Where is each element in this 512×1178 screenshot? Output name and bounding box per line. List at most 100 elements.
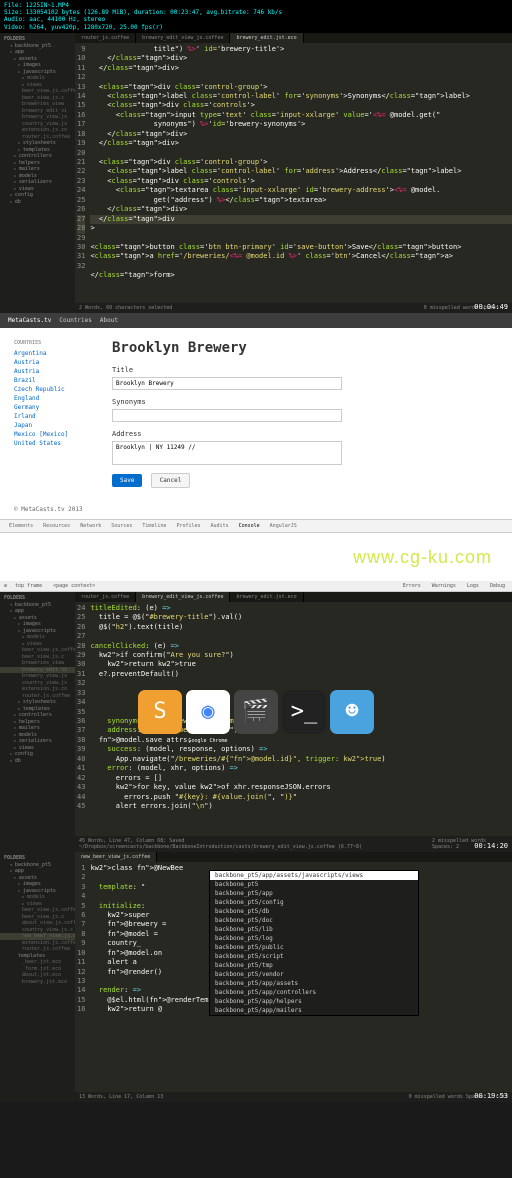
devtools-console[interactable]: www.cg-ku.com xyxy=(0,533,512,581)
status-left: 2 Words, 60 characters selected xyxy=(79,305,172,311)
devtools-tab[interactable]: Timeline xyxy=(137,522,171,530)
autocomplete-item[interactable]: backbone_pt5/tmp xyxy=(210,961,418,970)
autocomplete-item[interactable]: backbone_pt5/app/helpers xyxy=(210,997,418,1006)
dock-app-finder[interactable]: ☻ xyxy=(330,690,374,734)
tab-active[interactable]: new_beer_view_js.coffee xyxy=(75,852,157,862)
dock-app-quicktime[interactable]: 🎬 xyxy=(234,690,278,734)
synonyms-input[interactable] xyxy=(112,409,342,422)
nav-logo[interactable]: MetaCasts.tv xyxy=(8,317,51,324)
tab[interactable]: router_js.coffee xyxy=(75,592,136,602)
devtools-tab[interactable]: Audits xyxy=(206,522,234,530)
devtools-tab[interactable]: Profiles xyxy=(171,522,205,530)
clear-icon[interactable]: ⊘ xyxy=(4,583,7,589)
devtools-tab[interactable]: Console xyxy=(234,522,265,530)
cancel-button[interactable]: Cancel xyxy=(151,473,191,488)
autocomplete-item[interactable]: backbone_pt5/public xyxy=(210,943,418,952)
sidebar-item[interactable]: db xyxy=(0,199,75,206)
page-title: Brooklyn Brewery xyxy=(112,340,498,356)
dock-app-sublime[interactable]: S xyxy=(138,690,182,734)
filter-warnings[interactable]: Warnings xyxy=(429,582,459,590)
country-link[interactable]: Argentina xyxy=(14,349,94,358)
tab[interactable]: brewery_edit_view_js.coffee xyxy=(136,33,230,43)
code-content[interactable]: title") %>' id='brewery-title'> </class=… xyxy=(90,43,512,303)
sidebar[interactable]: FOLDERS backbone_pt5 appassetsimagesjava… xyxy=(0,33,75,313)
filter-logs[interactable]: Logs xyxy=(464,582,482,590)
sidebar-header: FOLDERS xyxy=(0,594,75,602)
tab-active[interactable]: brewery_edit.jst.eco xyxy=(230,33,303,43)
autocomplete-item[interactable]: backbone_pt5 xyxy=(210,880,418,889)
dock-app-chrome[interactable]: ◉Google Chrome xyxy=(186,690,230,734)
timecode: 00:14:20 xyxy=(474,842,508,850)
editor-panel-3: FOLDERS backbone_pt5 appassetsimagesjava… xyxy=(0,852,512,1102)
countries-header: COUNTRIES xyxy=(14,340,94,346)
sidebar[interactable]: FOLDERS backbone_pt5 appassetsimagesjava… xyxy=(0,852,75,1102)
tab[interactable]: brewery_edit.jst.eco xyxy=(230,592,303,602)
status-left: 13 Words, Line 17, Column 13 xyxy=(79,1094,163,1100)
autocomplete-popup[interactable]: backbone_pt5/app/assets/javascripts/view… xyxy=(209,870,419,1016)
country-link[interactable]: Austria xyxy=(14,358,94,367)
tab-active[interactable]: brewery_edit_view_js.coffee xyxy=(136,592,230,602)
sidebar[interactable]: FOLDERS backbone_pt5 appassetsimagesjava… xyxy=(0,592,75,852)
country-link[interactable]: Irland xyxy=(14,412,94,421)
country-link[interactable]: Brazil xyxy=(14,376,94,385)
country-link[interactable]: Mexico [Mexico] xyxy=(14,430,94,439)
sidebar-item[interactable]: brewery.jst.eco xyxy=(0,979,75,986)
frame-select[interactable]: top frame xyxy=(12,582,45,590)
macos-dock: S◉Google Chrome🎬>_☻ xyxy=(138,690,374,734)
tab[interactable]: router_js.coffee xyxy=(75,33,136,43)
country-link[interactable]: Japan xyxy=(14,421,94,430)
code-editor[interactable]: 9101112131415161718192021222324252627282… xyxy=(75,43,512,303)
devtools-tab[interactable]: AngularJS xyxy=(265,522,302,530)
autocomplete-item[interactable]: backbone_pt5/lib xyxy=(210,925,418,934)
file-info-line: Video: h264, yuv420p, 1280x720, 25.00 fp… xyxy=(4,24,508,31)
editor-tabs: router_js.coffee brewery_edit_view_js.co… xyxy=(75,33,512,43)
autocomplete-item[interactable]: backbone_pt5/app/controllers xyxy=(210,988,418,997)
autocomplete-item[interactable]: backbone_pt5/app/assets xyxy=(210,979,418,988)
country-link[interactable]: Germany xyxy=(14,403,94,412)
devtools-tab[interactable]: Resources xyxy=(38,522,75,530)
autocomplete-item[interactable]: backbone_pt5/doc xyxy=(210,916,418,925)
autocomplete-item[interactable]: backbone_pt5/app/mailers xyxy=(210,1006,418,1015)
autocomplete-item[interactable]: backbone_pt5/log xyxy=(210,934,418,943)
nav-link[interactable]: About xyxy=(100,317,118,324)
devtools: ElementsResourcesNetworkSourcesTimelineP… xyxy=(0,519,512,592)
devtools-tab[interactable]: Network xyxy=(75,522,106,530)
address-textarea[interactable]: Brooklyn | NY 11249 // xyxy=(112,441,342,465)
watermark: www.cg-ku.com xyxy=(353,547,492,568)
save-button[interactable]: Save xyxy=(112,474,142,487)
filter-debug[interactable]: Debug xyxy=(487,582,508,590)
autocomplete-item[interactable]: backbone_pt5/config xyxy=(210,898,418,907)
devtools-tab[interactable]: Sources xyxy=(106,522,137,530)
nav-link[interactable]: Countries xyxy=(59,317,92,324)
country-link[interactable]: United States xyxy=(14,439,94,448)
autocomplete-item[interactable]: backbone_pt5/script xyxy=(210,952,418,961)
line-gutter: 2425262728293031323334353637383940414243… xyxy=(75,602,90,836)
country-link[interactable]: Czech Republic xyxy=(14,385,94,394)
autocomplete-item[interactable]: backbone_pt5/vendor xyxy=(210,970,418,979)
editor-tabs: new_beer_view_js.coffee xyxy=(75,852,512,862)
country-link[interactable]: Austria xyxy=(14,367,94,376)
code-area: router_js.coffee brewery_edit_view_js.co… xyxy=(75,33,512,313)
console-filter-bar: ⊘ top frame <page context> Errors Warnin… xyxy=(0,581,512,592)
dock-app-terminal[interactable]: >_ xyxy=(282,690,326,734)
browser-panel: MetaCasts.tv Countries About COUNTRIES A… xyxy=(0,313,512,592)
filter-errors[interactable]: Errors xyxy=(400,582,424,590)
autocomplete-item[interactable]: backbone_pt5/app/assets/javascripts/view… xyxy=(210,871,418,880)
label-synonyms: Synonyms xyxy=(112,398,498,406)
label-address: Address xyxy=(112,430,498,438)
devtools-tab[interactable]: Elements xyxy=(4,522,38,530)
file-info-line: Audio: aac, 44100 Hz, stereo xyxy=(4,16,508,23)
code-area: new_beer_view_js.coffee 1234567891011121… xyxy=(75,852,512,1102)
context-select[interactable]: <page context> xyxy=(50,582,98,590)
line-gutter: 12345678910111213141516 xyxy=(75,862,90,1092)
sidebar-item[interactable]: db xyxy=(0,758,75,765)
editor-tabs: router_js.coffee brewery_edit_view_js.co… xyxy=(75,592,512,602)
autocomplete-item[interactable]: backbone_pt5/db xyxy=(210,907,418,916)
timecode: 00:19:53 xyxy=(474,1092,508,1100)
status-bar: 13 Words, Line 17, Column 13 0 misspelle… xyxy=(75,1092,512,1102)
title-input[interactable] xyxy=(112,377,342,390)
file-info-line: File: 1225IN~1.MP4 xyxy=(4,2,508,9)
country-link[interactable]: England xyxy=(14,394,94,403)
label-title: Title xyxy=(112,366,498,374)
autocomplete-item[interactable]: backbone_pt5/app xyxy=(210,889,418,898)
